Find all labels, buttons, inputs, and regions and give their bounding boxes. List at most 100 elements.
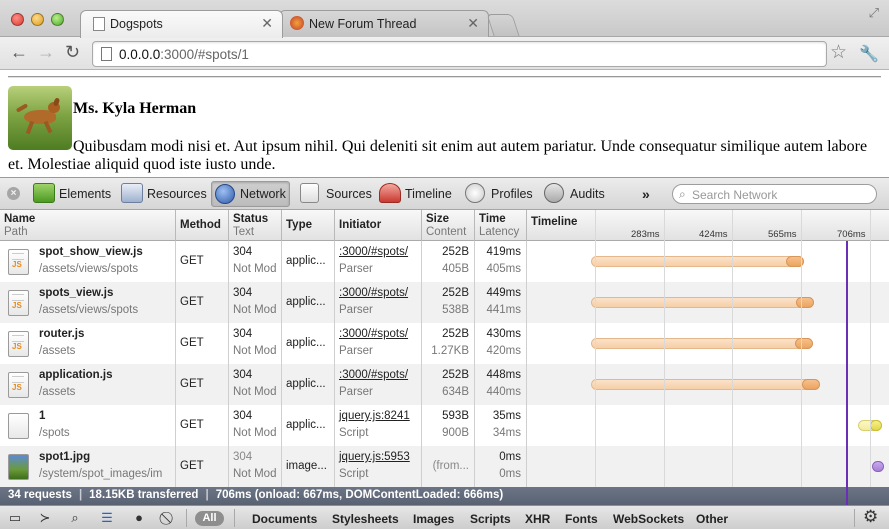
cell-initiator: :3000/#spots/Parser: [335, 282, 422, 323]
column-method[interactable]: Method: [176, 210, 229, 241]
panel-timeline[interactable]: Timeline: [379, 181, 455, 207]
record-icon[interactable]: ●: [128, 508, 150, 527]
filter-fonts[interactable]: Fonts: [565, 512, 598, 526]
cell-method-value: GET: [180, 419, 204, 431]
table-row[interactable]: application.js/assets GET 304 Not Mod applic…: [0, 364, 889, 405]
page-content: Ms. Kyla Herman Quibusdam modi nisi et. …: [0, 70, 889, 177]
cell-name: spot1.jpg/system/spot_images/im: [0, 446, 176, 487]
table-row[interactable]: spot1.jpg/system/spot_images/im GET 304 Not…: [0, 446, 889, 487]
column-initiator[interactable]: Initiator: [335, 210, 422, 241]
timeline-bar: [591, 379, 820, 390]
cell-status-secondary: Not Mod: [233, 386, 277, 398]
cell-initiator-secondary: Script: [339, 427, 369, 439]
js-file-icon: [8, 372, 29, 398]
cell-name-secondary: /system/spot_images/im: [39, 468, 163, 480]
cell-size-primary: 252B: [442, 369, 469, 381]
window-close-button[interactable]: [11, 13, 24, 26]
table-row[interactable]: spots_view.js/assets/views/spots GET 304 No…: [0, 282, 889, 323]
cell-name: spot_show_view.js/assets/views/spots: [0, 241, 176, 282]
cell-initiator-primary[interactable]: :3000/#spots/: [339, 328, 408, 340]
search-network-field[interactable]: ⌕: [672, 184, 877, 204]
column-title: Time: [479, 213, 506, 225]
cell-name-secondary: /spots: [39, 427, 70, 439]
cell-timeline: [527, 405, 889, 446]
cell-initiator-primary[interactable]: :3000/#spots/: [339, 246, 408, 258]
cell-status: 304 Not Mod: [229, 405, 282, 446]
panel-profiles[interactable]: Profiles: [465, 181, 535, 207]
table-row[interactable]: router.js/assets GET 304 Not Mod applic...:3…: [0, 323, 889, 364]
profiles-stopwatch-icon: [465, 183, 485, 203]
window-minimize-button[interactable]: [31, 13, 44, 26]
forward-arrow-icon[interactable]: →: [37, 42, 55, 63]
tab-new-forum-thread[interactable]: New Forum Thread ✕: [279, 10, 489, 37]
cell-size-secondary: 900B: [442, 427, 469, 439]
cell-initiator-primary[interactable]: :3000/#spots/: [339, 369, 408, 381]
window-zoom-button[interactable]: [51, 13, 64, 26]
new-tab-button[interactable]: [486, 14, 520, 36]
cell-timeline: [527, 282, 889, 323]
tab-dogspots[interactable]: Dogspots ✕: [80, 10, 283, 38]
filter-websockets[interactable]: WebSockets: [613, 512, 684, 526]
panel-audits[interactable]: Audits: [544, 181, 610, 207]
dock-icon[interactable]: ▭: [4, 508, 26, 527]
cell-name-secondary: /assets: [39, 345, 76, 357]
back-arrow-icon[interactable]: ←: [10, 42, 28, 63]
address-bar[interactable]: 0.0.0.0:3000/#spots/1: [92, 41, 827, 67]
filter-xhr[interactable]: XHR: [525, 512, 550, 526]
panel-label: Network: [240, 187, 286, 201]
panel-network[interactable]: Network: [211, 181, 290, 207]
panel-sources[interactable]: Sources: [300, 181, 372, 207]
column-type[interactable]: Type: [282, 210, 335, 241]
image-file-icon: [8, 454, 29, 480]
cell-status-secondary: Not Mod: [233, 427, 277, 439]
filter-all[interactable]: All: [195, 511, 224, 526]
fullscreen-icon[interactable]: ⤢: [869, 5, 879, 21]
panel-label: Sources: [326, 187, 372, 201]
cell-time: 430ms 420ms: [475, 323, 527, 364]
filter-images[interactable]: Images: [413, 512, 454, 526]
filter-scripts[interactable]: Scripts: [470, 512, 511, 526]
panel-elements[interactable]: Elements: [33, 181, 113, 207]
cell-initiator: :3000/#spots/Parser: [335, 241, 422, 282]
cell-method: GET: [176, 405, 229, 446]
close-devtools-icon[interactable]: ×: [7, 187, 20, 200]
cell-time-secondary: 420ms: [486, 345, 521, 357]
page-icon: [101, 47, 112, 61]
more-panels-chevron-icon[interactable]: »: [642, 186, 650, 202]
cell-timeline: [527, 446, 889, 487]
table-row[interactable]: spot_show_view.js/assets/views/spots GET 3…: [0, 241, 889, 282]
close-icon[interactable]: ✕: [467, 15, 479, 32]
forum-favicon-icon: [290, 16, 304, 30]
column-time[interactable]: Time Latency: [475, 210, 527, 241]
cell-initiator-primary[interactable]: jquery.js:8241: [339, 410, 410, 422]
filter-stylesheets[interactable]: Stylesheets: [332, 512, 399, 526]
column-status[interactable]: Status Text: [229, 210, 282, 241]
search-network-input[interactable]: [692, 187, 870, 202]
filter-other[interactable]: Other: [696, 512, 728, 526]
reload-icon[interactable]: ↻: [65, 42, 80, 63]
filter-documents[interactable]: Documents: [252, 512, 317, 526]
close-icon[interactable]: ✕: [261, 15, 273, 32]
sources-icon: [300, 183, 319, 203]
cell-initiator-primary[interactable]: jquery.js:5953: [339, 451, 410, 463]
column-size[interactable]: Size Content: [422, 210, 475, 241]
clear-icon[interactable]: ⃠: [158, 508, 180, 527]
cell-size-secondary: 405B: [442, 263, 469, 275]
wrench-icon[interactable]: 🔧: [859, 44, 879, 64]
cell-name-secondary: /assets: [39, 386, 76, 398]
cell-status: 304 Not Mod: [229, 241, 282, 282]
bookmark-star-icon[interactable]: ☆: [830, 41, 847, 64]
search-icon[interactable]: ⌕: [64, 508, 86, 527]
console-icon[interactable]: ≻: [34, 508, 56, 527]
gear-icon[interactable]: ⚙: [863, 507, 878, 527]
cell-name-secondary: /assets/views/spots: [39, 304, 139, 316]
document-file-icon: [8, 413, 29, 439]
cell-initiator-primary[interactable]: :3000/#spots/: [339, 287, 408, 299]
large-rows-toggle-icon[interactable]: ☰: [96, 508, 118, 527]
timeline-bar: [591, 338, 813, 349]
table-row[interactable]: 1/spots GET 304 Not Mod applic... jquery.js:8…: [0, 405, 889, 446]
cell-name-primary: spot_show_view.js: [39, 246, 143, 258]
column-name[interactable]: Name Path: [0, 210, 176, 241]
timeline-bar: [591, 256, 805, 267]
panel-resources[interactable]: Resources: [121, 181, 207, 207]
